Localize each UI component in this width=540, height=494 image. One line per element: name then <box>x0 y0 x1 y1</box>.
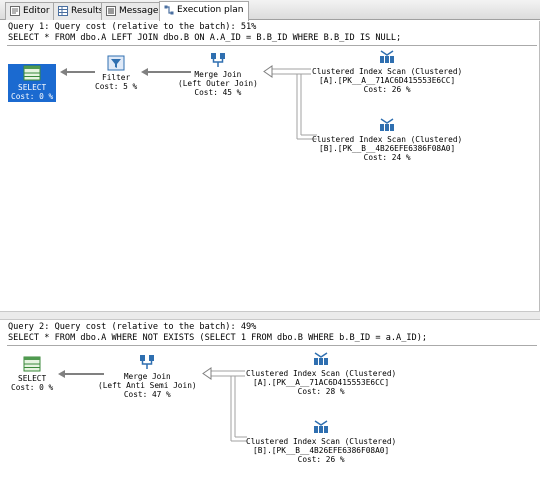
query2-plan-panel[interactable]: Query 2: Query cost (relative to the bat… <box>7 321 540 494</box>
query2-select-name: SELECT <box>18 374 47 383</box>
filter-icon <box>107 55 125 71</box>
tab-bar: Editor Results Messages Execution plan <box>0 0 540 21</box>
merge-join-icon <box>140 355 155 369</box>
query2-scan-b-object: [B].[PK__B__4B26EFE6386F08A0] <box>253 446 390 455</box>
query2-plan-arrows <box>58 367 247 442</box>
query1-header: Query 1: Query cost (relative to the bat… <box>8 22 257 32</box>
messages-icon <box>106 6 116 16</box>
query1-scan-b-cost: Cost: 24 % <box>363 153 411 162</box>
query1-scan-a-name: Clustered Index Scan (Clustered) <box>312 67 463 76</box>
tab-messages-label: Messages <box>119 6 164 16</box>
select-icon <box>23 65 41 81</box>
tab-editor-label: Editor <box>23 6 50 16</box>
query1-sql: SELECT * FROM dbo.A LEFT JOIN dbo.B ON A… <box>8 33 402 43</box>
tab-execution-plan[interactable]: Execution plan <box>159 1 250 21</box>
query2-merge-join-cost: Cost: 47 % <box>123 390 171 399</box>
query2-scan-b-cost: Cost: 26 % <box>297 455 345 464</box>
query1-scan-b-operator[interactable]: Clustered Index Scan (Clustered) [B].[PK… <box>312 117 462 162</box>
query1-select-operator[interactable]: SELECT Cost: 0 % <box>8 64 57 102</box>
query1-plan-panel[interactable]: Query 1: Query cost (relative to the bat… <box>7 21 540 311</box>
query2-separator <box>7 345 537 346</box>
query2-scan-b-operator[interactable]: Clustered Index Scan (Clustered) [B].[PK… <box>246 419 396 464</box>
query2-header: Query 2: Query cost (relative to the bat… <box>8 322 257 332</box>
query2-scan-a-object: [A].[PK__A__71AC6D415553E6CC] <box>253 378 390 387</box>
clustered-index-scan-icon <box>380 50 395 63</box>
clustered-index-scan-icon <box>314 352 329 365</box>
grid-icon <box>58 6 68 16</box>
query1-merge-join-cost: Cost: 45 % <box>194 88 242 97</box>
tab-execution-plan-label: Execution plan <box>177 5 244 15</box>
query1-merge-join-name: Merge Join <box>194 70 242 79</box>
query1-filter-name: Filter <box>102 73 131 82</box>
query2-scan-a-operator[interactable]: Clustered Index Scan (Clustered) [A].[PK… <box>246 351 396 396</box>
query1-separator <box>7 45 537 46</box>
panel-splitter[interactable] <box>0 311 540 320</box>
clustered-index-scan-icon <box>314 420 329 433</box>
query2-scan-b-name: Clustered Index Scan (Clustered) <box>246 437 397 446</box>
execution-plan-icon <box>164 5 174 15</box>
query1-scan-a-cost: Cost: 26 % <box>363 85 411 94</box>
query1-merge-join-type: (Left Outer Join) <box>178 79 258 88</box>
query1-select-name: SELECT <box>18 83 47 92</box>
editor-icon <box>10 6 20 16</box>
query2-merge-join-type: (Left Anti Semi Join) <box>98 381 197 390</box>
query1-scan-b-name: Clustered Index Scan (Clustered) <box>312 135 463 144</box>
query1-select-cost: Cost: 0 % <box>11 92 54 101</box>
query1-merge-join-operator[interactable]: Merge Join (Left Outer Join) Cost: 45 % <box>178 52 258 97</box>
query2-scan-a-name: Clustered Index Scan (Clustered) <box>246 369 397 378</box>
query1-filter-cost: Cost: 5 % <box>95 82 138 91</box>
clustered-index-scan-icon <box>380 118 395 131</box>
query2-merge-join-name: Merge Join <box>123 372 171 381</box>
query1-filter-operator[interactable]: Filter Cost: 5 % <box>95 55 137 91</box>
tab-editor[interactable]: Editor <box>5 2 56 20</box>
query2-scan-a-cost: Cost: 28 % <box>297 387 345 396</box>
query1-scan-a-operator[interactable]: Clustered Index Scan (Clustered) [A].[PK… <box>312 49 462 94</box>
query2-merge-join-operator[interactable]: Merge Join (Left Anti Semi Join) Cost: 4… <box>98 354 197 399</box>
query1-scan-b-object: [B].[PK__B__4B26EFE6386F08A0] <box>319 144 456 153</box>
merge-join-icon <box>210 53 225 67</box>
query2-sql: SELECT * FROM dbo.A WHERE NOT EXISTS (SE… <box>8 333 428 343</box>
tab-results-label: Results <box>71 6 104 16</box>
query1-scan-a-object: [A].[PK__A__71AC6D415553E6CC] <box>319 76 456 85</box>
query2-select-operator[interactable]: SELECT Cost: 0 % <box>11 356 53 392</box>
select-icon <box>23 356 41 372</box>
query2-select-cost: Cost: 0 % <box>11 383 54 392</box>
